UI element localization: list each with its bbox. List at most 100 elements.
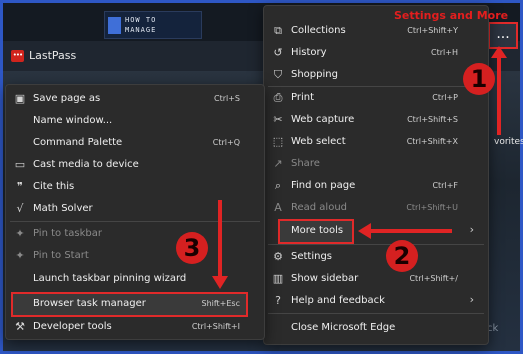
menu-item-label: History xyxy=(291,47,327,58)
menu-item-label: Save page as xyxy=(33,93,101,104)
web-capture-icon: ✂ xyxy=(273,113,283,126)
annotation-arrow xyxy=(218,200,222,276)
sidebar-icon: ▥ xyxy=(272,272,284,285)
menu-item-pin-to-taskbar[interactable]: ✦ Pin to taskbar xyxy=(6,223,264,245)
help-icon: ? xyxy=(275,294,281,307)
annotation-arrowhead-icon xyxy=(358,223,371,239)
menu-item-label: Web capture xyxy=(291,114,355,125)
menu-item-label: Name window... xyxy=(33,115,113,126)
menu-item-share[interactable]: ↗ Share xyxy=(264,153,488,175)
annotation-arrowhead-icon xyxy=(212,276,228,289)
logo-text: HOW TO MANAGE xyxy=(125,15,203,35)
step-2-badge: 2 xyxy=(386,240,418,272)
menu-item-developer-tools[interactable]: ⚒ Developer tools Ctrl+Shift+I xyxy=(6,316,264,338)
menu-item-pin-to-start[interactable]: ✦ Pin to Start xyxy=(6,245,264,267)
site-logo: HOW TO MANAGE xyxy=(104,11,202,39)
developer-tools-icon: ⚒ xyxy=(15,320,25,333)
settings-and-more-button[interactable]: ... xyxy=(488,22,518,49)
menu-item-label: Shopping xyxy=(291,69,338,80)
menu-item-shortcut: Ctrl+Shift+U xyxy=(406,203,458,212)
menu-item-web-select[interactable]: ⬚ Web select Ctrl+Shift+X xyxy=(264,131,488,153)
annotation-arrow xyxy=(497,55,501,135)
settings-and-more-menu: ⧉ Collections Ctrl+Shift+Y ↺ History Ctrl+H … xyxy=(263,5,489,345)
menu-separator xyxy=(10,221,260,222)
menu-item-shopping[interactable]: ⛉ Shopping xyxy=(264,64,488,86)
step-1-badge: 1 xyxy=(463,63,495,95)
settings-icon: ⚙ xyxy=(273,250,283,263)
menu-item-cite-this[interactable]: ❞ Cite this xyxy=(6,176,264,198)
menu-item-browser-task-manager[interactable]: Browser task manager Shift+Esc xyxy=(6,293,264,315)
annotation-arrow xyxy=(370,229,452,233)
menu-item-shortcut: Ctrl+Shift+/ xyxy=(409,274,458,283)
menu-item-shortcut: Ctrl+H xyxy=(431,48,458,57)
menu-item-history[interactable]: ↺ History Ctrl+H xyxy=(264,42,488,64)
save-icon: ▣ xyxy=(14,92,26,105)
menu-item-label: More tools xyxy=(291,225,344,236)
history-icon: ↺ xyxy=(273,46,283,59)
menu-item-label: Browser task manager xyxy=(33,298,146,309)
menu-item-label: Collections xyxy=(291,25,346,36)
menu-item-shortcut: Ctrl+F xyxy=(432,181,458,190)
menu-item-command-palette[interactable]: Command Palette Ctrl+Q xyxy=(6,132,264,154)
cite-icon: ❞ xyxy=(17,180,23,193)
math-solver-icon: √ xyxy=(16,202,24,215)
menu-item-shortcut: Ctrl+Shift+I xyxy=(191,322,240,331)
pin-icon: ✦ xyxy=(15,249,25,262)
menu-item-show-sidebar[interactable]: ▥ Show sidebar Ctrl+Shift+/ xyxy=(264,268,488,290)
cast-icon: ▭ xyxy=(14,158,26,171)
logo-line: MANAGE xyxy=(125,26,157,34)
pin-icon: ✦ xyxy=(15,227,25,240)
menu-item-print[interactable]: ⎙ Print Ctrl+P xyxy=(264,87,488,109)
more-tools-submenu: ▣ Save page as Ctrl+S Name window... Comma… xyxy=(5,84,265,340)
menu-item-label: Find on page xyxy=(291,180,356,191)
menu-item-label: Help and feedback xyxy=(291,295,385,306)
web-select-icon: ⬚ xyxy=(272,135,284,148)
menu-item-shortcut: Shift+Esc xyxy=(201,299,240,308)
menu-item-label: Close Microsoft Edge xyxy=(291,322,396,333)
menu-item-label: Show sidebar xyxy=(291,273,359,284)
menu-item-web-capture[interactable]: ✂ Web capture Ctrl+Shift+S xyxy=(264,109,488,131)
menu-item-shortcut: Ctrl+Shift+S xyxy=(407,115,458,124)
menu-item-help-and-feedback[interactable]: ? Help and feedback › xyxy=(264,290,488,312)
share-icon: ↗ xyxy=(273,157,283,170)
menu-item-collections[interactable]: ⧉ Collections Ctrl+Shift+Y xyxy=(264,20,488,42)
favorites-fragment: vorites xyxy=(494,137,523,147)
menu-item-settings[interactable]: ⚙ Settings xyxy=(264,246,488,268)
annotation-arrowhead-icon xyxy=(491,46,507,58)
menu-item-shortcut: Ctrl+Shift+Y xyxy=(407,26,458,35)
chevron-right-icon: › xyxy=(469,223,474,236)
print-icon: ⎙ xyxy=(273,91,283,104)
menu-item-shortcut: Ctrl+Q xyxy=(212,138,240,147)
menu-separator xyxy=(268,244,484,245)
menu-item-label: Math Solver xyxy=(33,203,93,214)
find-icon: ⌕ xyxy=(274,179,282,192)
lastpass-icon[interactable]: ••• xyxy=(11,50,24,62)
menu-item-label: Print xyxy=(291,92,315,103)
menu-item-name-window[interactable]: Name window... xyxy=(6,110,264,132)
menu-item-cast-media[interactable]: ▭ Cast media to device xyxy=(6,154,264,176)
logo-line: HOW TO xyxy=(125,16,157,24)
menu-item-label: Settings xyxy=(291,251,333,262)
menu-item-read-aloud[interactable]: A Read aloud Ctrl+Shift+U xyxy=(264,197,488,219)
menu-item-find-on-page[interactable]: ⌕ Find on page Ctrl+F xyxy=(264,175,488,197)
menu-item-label: Launch taskbar pinning wizard xyxy=(33,273,187,284)
menu-item-label: Cast media to device xyxy=(33,159,139,170)
collections-icon: ⧉ xyxy=(274,24,282,37)
logo-mark-icon xyxy=(108,17,121,34)
menu-item-save-page-as[interactable]: ▣ Save page as Ctrl+S xyxy=(6,88,264,110)
menu-item-close-edge[interactable]: Close Microsoft Edge xyxy=(264,317,488,339)
menu-item-label: Cite this xyxy=(33,181,75,192)
menu-item-label: Command Palette xyxy=(33,137,123,148)
menu-item-label: Read aloud xyxy=(291,202,348,213)
shopping-icon: ⛉ xyxy=(273,68,283,81)
settings-and-more-annotation: Settings and More xyxy=(394,9,509,22)
menu-item-label: Developer tools xyxy=(33,321,112,332)
menu-item-math-solver[interactable]: √ Math Solver xyxy=(6,198,264,220)
step-3-badge: 3 xyxy=(176,232,208,264)
menu-item-label: Share xyxy=(291,158,320,169)
menu-item-shortcut: Ctrl+Shift+X xyxy=(406,137,458,146)
lastpass-favorite[interactable]: LastPass xyxy=(29,49,76,62)
menu-item-shortcut: Ctrl+P xyxy=(432,93,458,102)
menu-item-label: Web select xyxy=(291,136,346,147)
menu-item-label: Pin to Start xyxy=(33,250,89,261)
